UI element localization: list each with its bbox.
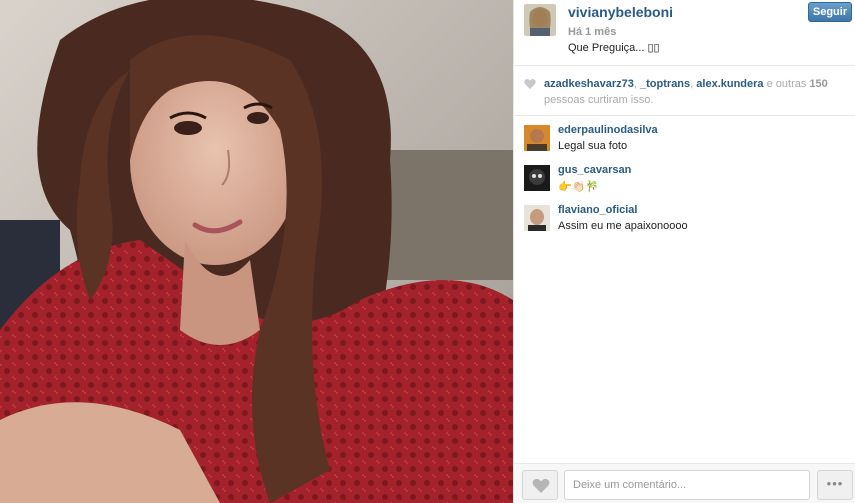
post-username[interactable]: vivianybeleboni	[568, 4, 673, 20]
post-timestamp[interactable]: Há 1 mês	[568, 26, 616, 38]
list-item: ederpaulinodasilva Legal sua foto	[524, 117, 849, 152]
avatar-image	[524, 125, 550, 151]
avatar[interactable]	[524, 165, 550, 191]
avatar[interactable]	[524, 125, 550, 151]
comment-username[interactable]: flaviano_oficial	[558, 204, 637, 216]
heart-icon	[524, 78, 536, 89]
comment-text: Assim eu me apaixonoooo	[558, 220, 688, 232]
comment-footer: •••	[514, 463, 855, 503]
post-header: vivianybeleboni Há 1 mês Que Preguiça...…	[514, 0, 855, 66]
post-caption: Que Preguiça... ▯▯	[568, 42, 660, 54]
liker-link[interactable]: azadkeshavarz73	[544, 78, 634, 90]
likes-section: azadkeshavarz73, _toptrans, alex.kundera…	[514, 66, 855, 116]
avatar[interactable]	[524, 4, 556, 36]
like-button[interactable]	[522, 470, 558, 500]
likes-suffix: pessoas curtiram isso.	[544, 94, 654, 106]
liker-link[interactable]: _toptrans	[640, 78, 690, 90]
likes-summary: azadkeshavarz73, _toptrans, alex.kundera…	[544, 78, 828, 106]
ellipsis-icon: •••	[826, 476, 844, 491]
post-details-panel: vivianybeleboni Há 1 mês Que Preguiça...…	[513, 0, 855, 503]
comment-username[interactable]: ederpaulinodasilva	[558, 124, 658, 136]
likes-count[interactable]: 150	[809, 78, 827, 90]
avatar-image	[524, 4, 556, 36]
post-photo[interactable]	[0, 0, 513, 503]
follow-button[interactable]: Seguir	[808, 2, 852, 22]
comment-text: 👉👏🏻🎋	[558, 181, 600, 193]
list-item: gus_cavarsan 👉👏🏻🎋	[524, 157, 849, 193]
avatar[interactable]	[524, 205, 550, 231]
instagram-post-viewer: vivianybeleboni Há 1 mês Que Preguiça...…	[0, 0, 855, 503]
avatar-image	[524, 205, 550, 231]
liker-link[interactable]: alex.kundera	[696, 78, 763, 90]
comment-username[interactable]: gus_cavarsan	[558, 164, 631, 176]
list-item: flaviano_oficial Assim eu me apaixonoooo	[524, 197, 849, 232]
more-options-button[interactable]: •••	[817, 470, 853, 500]
comment-text: Legal sua foto	[558, 140, 628, 152]
likes-others-prefix: e outras	[766, 78, 807, 90]
comment-input[interactable]	[564, 470, 810, 500]
photo-illustration	[0, 0, 513, 503]
heart-icon	[532, 478, 550, 493]
avatar-image	[524, 165, 550, 191]
